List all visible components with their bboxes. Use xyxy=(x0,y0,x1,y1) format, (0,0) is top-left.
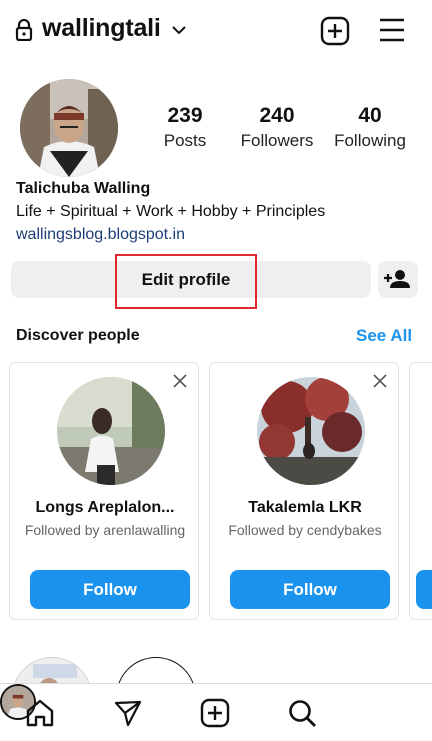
suggestion-name[interactable]: Takalemla LKR xyxy=(214,499,396,517)
suggestion-followed-by: Followed by arenlawalling xyxy=(24,522,186,538)
followers-count: 240 xyxy=(259,104,295,127)
suggestion-name[interactable]: Longs Areplalon... xyxy=(14,499,196,517)
suggestion-card-partial xyxy=(409,362,432,620)
profile-bio: Life + Spiritual + Work + Hobby + Princi… xyxy=(16,203,326,220)
posts-count: 239 xyxy=(167,104,203,127)
chevron-down-icon[interactable] xyxy=(171,24,187,36)
new-post-icon[interactable] xyxy=(320,16,350,46)
followers-label: Followers xyxy=(240,131,314,150)
profile-avatar[interactable] xyxy=(20,79,118,177)
suggestion-card: Longs Areplalon... Followed by arenlawal… xyxy=(9,362,199,620)
bottom-navigation xyxy=(0,683,432,741)
following-stat[interactable]: 40 Following xyxy=(329,103,411,153)
suggestion-followed-by: Followed by cendybakes xyxy=(228,522,382,538)
following-label: Following xyxy=(334,131,406,150)
close-icon[interactable] xyxy=(372,373,388,389)
follow-button[interactable]: Follow xyxy=(230,570,390,609)
home-icon[interactable] xyxy=(25,698,55,728)
account-username[interactable]: wallingtali xyxy=(42,14,161,43)
follow-button[interactable]: Follow xyxy=(30,570,190,609)
followers-stat[interactable]: 240 Followers xyxy=(236,103,318,153)
suggestion-avatar[interactable] xyxy=(257,377,365,485)
posts-label: Posts xyxy=(163,131,207,150)
profile-name: Talichuba Walling xyxy=(16,180,151,197)
edit-profile-label[interactable]: Edit profile xyxy=(117,270,255,290)
see-all-link[interactable]: See All xyxy=(356,326,412,346)
discover-people-button[interactable] xyxy=(378,261,418,298)
top-bar: wallingtali xyxy=(0,0,432,62)
direct-message-icon[interactable] xyxy=(113,698,143,728)
search-icon[interactable] xyxy=(287,698,317,728)
follow-button-partial[interactable] xyxy=(416,570,432,609)
create-icon[interactable] xyxy=(200,698,230,728)
discover-people-title: Discover people xyxy=(16,327,140,344)
suggestion-avatar[interactable] xyxy=(57,377,165,485)
posts-stat[interactable]: 239 Posts xyxy=(150,103,220,153)
close-icon[interactable] xyxy=(172,373,188,389)
following-count: 40 xyxy=(358,104,382,127)
lock-icon xyxy=(15,19,33,41)
profile-link[interactable]: wallingsblog.blogspot.in xyxy=(16,226,185,244)
add-person-icon xyxy=(384,270,410,288)
menu-icon[interactable] xyxy=(378,17,406,43)
suggestion-card: Takalemla LKR Followed by cendybakes Fol… xyxy=(209,362,399,620)
